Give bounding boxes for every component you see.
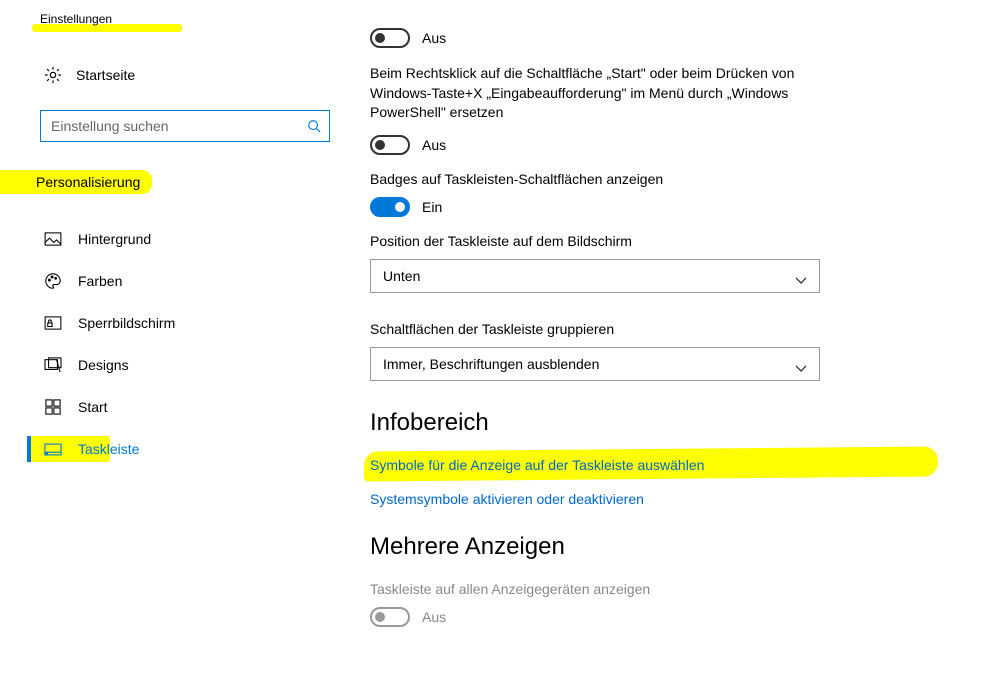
toggle-state: Aus [422, 137, 446, 153]
multi-label: Taskleiste auf allen Anzeigegeräten anze… [370, 581, 930, 597]
sidebar-item-hintergrund[interactable]: Hintergrund [0, 218, 340, 260]
sidebar: Einstellungen Startseite Personalisierun… [0, 0, 340, 470]
section-infobereich: Infobereich [370, 409, 930, 437]
taskbar-icon [44, 440, 62, 458]
section-multiple-displays: Mehrere Anzeigen [370, 533, 930, 561]
lockscreen-icon [44, 314, 62, 332]
category-header: Personalisierung [0, 168, 340, 194]
gear-icon [44, 66, 62, 84]
nav-label: Taskleiste [78, 441, 139, 457]
chevron-down-icon [795, 272, 807, 280]
badges-label: Badges auf Taskleisten-Schaltflächen anz… [370, 171, 930, 187]
nav-label: Farben [78, 273, 122, 289]
position-select[interactable]: Unten [370, 259, 820, 293]
nav-label: Start [78, 399, 108, 415]
toggle-state: Aus [422, 609, 446, 625]
nav-label: Hintergrund [78, 231, 151, 247]
sidebar-item-designs[interactable]: Designs [0, 344, 340, 386]
powershell-description: Beim Rechtsklick auf die Schaltfläche „S… [370, 64, 810, 123]
select-value: Unten [383, 268, 420, 284]
sidebar-item-start[interactable]: Start [0, 386, 340, 428]
category-label: Personalisierung [0, 170, 152, 194]
picture-icon [44, 230, 62, 248]
link-select-icons[interactable]: Symbole für die Anzeige auf der Taskleis… [370, 457, 930, 473]
toggle-switch [370, 607, 410, 627]
group-select[interactable]: Immer, Beschriftungen ausblenden [370, 347, 820, 381]
sidebar-item-sperrbildschirm[interactable]: Sperrbildschirm [0, 302, 340, 344]
toggle-setting-multi: Aus [370, 607, 930, 627]
search-icon [307, 119, 321, 133]
designs-icon [44, 356, 62, 374]
nav-label: Designs [78, 357, 129, 373]
toggle-switch[interactable] [370, 28, 410, 48]
nav-label: Sperrbildschirm [78, 315, 175, 331]
toggle-state: Ein [422, 199, 442, 215]
toggle-switch[interactable] [370, 135, 410, 155]
home-button[interactable]: Startseite [0, 58, 340, 92]
sidebar-item-taskleiste[interactable]: Taskleiste [0, 428, 340, 470]
toggle-setting-powershell: Aus [370, 135, 930, 155]
position-label: Position der Taskleiste auf dem Bildschi… [370, 233, 930, 249]
window-title-row: Einstellungen [0, 8, 340, 28]
toggle-switch[interactable] [370, 197, 410, 217]
toggle-setting-badges: Ein [370, 197, 930, 217]
start-icon [44, 398, 62, 416]
home-label: Startseite [76, 67, 135, 83]
chevron-down-icon [795, 360, 807, 368]
link-system-icons[interactable]: Systemsymbole aktivieren oder deaktivier… [370, 491, 930, 507]
search-input[interactable] [51, 118, 307, 134]
select-value: Immer, Beschriftungen ausblenden [383, 356, 599, 372]
search-input-container[interactable] [40, 110, 330, 142]
toggle-setting-1: Aus [370, 28, 930, 48]
palette-icon [44, 272, 62, 290]
main-content: Aus Beim Rechtsklick auf die Schaltfläch… [370, 28, 930, 643]
nav-list: Hintergrund Farben Sperrbildschirm [0, 218, 340, 470]
toggle-state: Aus [422, 30, 446, 46]
sidebar-item-farben[interactable]: Farben [0, 260, 340, 302]
group-label: Schaltflächen der Taskleiste gruppieren [370, 321, 930, 337]
window-title: Einstellungen [40, 12, 112, 26]
